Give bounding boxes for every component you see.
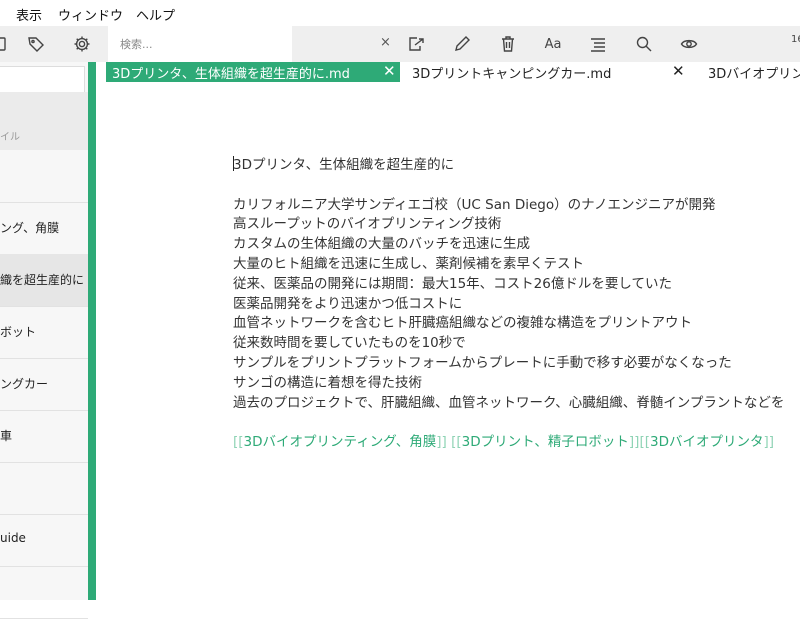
tab-active[interactable]: 3Dプリンタ、生体組織を超生産的に.md ✕ [106,62,400,82]
note-list-item-label: uide [0,531,26,545]
sidebar-splitter[interactable] [88,62,96,600]
note-list-item[interactable]: ングカー [0,358,88,411]
document-line: カスタムの生体組織の大量のバッチを迅速に生成 [233,236,530,253]
document-line: サンゴの構造に着想を得た技術 [233,374,422,391]
sidebar-filter-field[interactable] [0,66,85,94]
note-list-sidebar: イル ング、角膜 織を超生産的に ボット ングカー 車 uide [0,62,88,619]
document-title: 3Dプリンタ、生体組織を超生産的に [233,157,455,173]
note-list-item[interactable] [0,566,88,619]
document-line: 大量のヒト組織を迅速に生成し、薬剤候補を素早くテスト [233,255,584,272]
tag-icon[interactable] [24,26,48,62]
menu-bar: 表示 ウィンドウ ヘルプ [0,0,800,26]
notes-icon[interactable] [0,26,10,62]
edit-pencil-icon[interactable] [450,26,474,62]
document-body[interactable]: 3Dプリンタ、生体組織を超生産的に カリフォルニア大学サンディエゴ校（UC Sa… [233,156,800,453]
tab-label: 3Dプリントキャンピングカー.md [412,67,612,82]
trash-icon[interactable] [496,26,520,62]
note-list-item[interactable]: 車 [0,410,88,463]
note-list-item[interactable]: uide [0,514,88,567]
tab-label: 3Dバイオプリンテ [708,67,800,82]
note-list-item[interactable]: ング、角膜 [0,202,88,255]
tab[interactable]: 3Dプリントキャンピングカー.md ✕ [400,62,702,82]
search-input[interactable] [108,26,280,62]
search-box: × [108,26,391,62]
export-icon[interactable] [404,26,428,62]
document-line: 血管ネットワークを含むヒト肝臓癌組織などの複雑な構造をプリントアウト [233,315,692,332]
wiki-links-line: [[3Dバイオプリンティング、角膜]] [[3Dプリント、精子ロボット]][[3… [233,433,800,453]
preview-eye-icon[interactable] [677,26,701,62]
document-line: カリフォルニア大学サンディエゴ校（UC San Diego）のナノエンジニアが開… [233,196,716,213]
document-line: 医薬品開発をより迅速かつ低コストに [233,295,463,312]
tab-close-button[interactable]: ✕ [383,62,396,80]
gear-icon[interactable] [70,26,94,62]
note-list-item-selected[interactable]: 織を超生産的に [0,254,88,307]
document-title-line: 3Dプリンタ、生体組織を超生産的に [233,156,800,176]
document-line: サンプルをプリントプラットフォームからプレートに手動で移す必要がなくなった [233,354,732,371]
note-list-item[interactable] [0,462,88,515]
wiki-link[interactable]: [[3Dバイオプリンタ]] [639,434,774,450]
menu-help[interactable]: ヘルプ [136,5,175,24]
tab-bar: 3Dプリンタ、生体組織を超生産的に.md ✕ 3Dプリントキャンピングカー.md… [106,62,800,82]
search-clear-button[interactable]: × [380,35,391,50]
note-list-item-label: 織を超生産的に [0,273,85,287]
sidebar-header-label: イル [0,132,20,143]
note-list-item[interactable] [0,150,88,203]
document-line: 従来、医薬品の開発には期間：最大15年、コスト26億ドルを要していた [233,275,672,292]
note-list-item-label: ングカー [0,377,49,391]
menu-view[interactable]: 表示 [16,5,42,24]
wiki-link[interactable]: [[3Dプリント、精子ロボット]] [451,434,639,450]
tab-label: 3Dプリンタ、生体組織を超生産的に.md [112,67,350,82]
document-line: 従来数時間を要していたものを10秒で [233,335,466,352]
note-list-item-label: ング、角膜 [0,221,60,235]
toolbar: × Aa 16 [0,26,800,62]
menu-window[interactable]: ウィンドウ [58,5,123,24]
note-list-item-label: ボット [0,325,37,339]
outline-list-icon[interactable] [586,26,610,62]
document-line: 過去のプロジェクトで、肝臓組織、血管ネットワーク、心臓組織、脊髄インプラントなど… [233,394,785,411]
tab[interactable]: 3Dバイオプリンテ [702,62,800,82]
document-line: 高スループットのバイオプリンティング技術 [233,216,502,233]
note-list-item[interactable]: ボット [0,306,88,359]
note-list-item-label: 車 [0,429,13,443]
font-size-icon[interactable]: Aa [541,26,565,62]
tab-close-button[interactable]: ✕ [672,62,685,80]
search-icon[interactable] [632,26,656,62]
toolbar-edge-text: 16 [791,34,800,45]
font-size-label: Aa [544,36,562,52]
wiki-link[interactable]: [[3Dバイオプリンティング、角膜]] [233,434,447,450]
editor-pane[interactable]: 3Dプリンタ、生体組織を超生産的に カリフォルニア大学サンディエゴ校（UC Sa… [96,82,800,600]
